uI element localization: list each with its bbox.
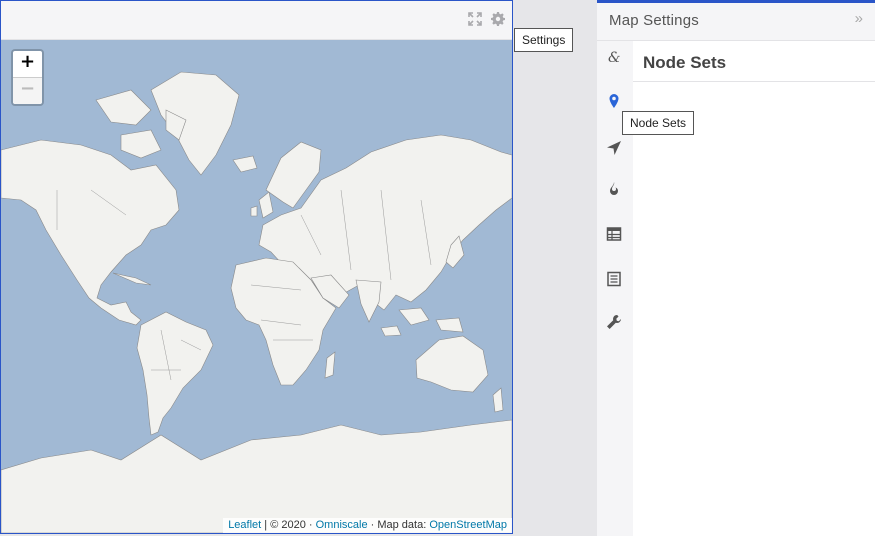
zoom-out-button[interactable]: − [13,78,42,104]
ampersand-icon[interactable]: & [606,49,624,67]
zoom-control: + − [11,49,44,106]
settings-header: Map Settings » [597,3,875,41]
node-sets-tooltip: Node Sets [622,111,695,135]
world-map-tiles [1,71,512,533]
south-america-landmass [136,311,214,436]
table-icon[interactable] [606,226,624,244]
attribution-map-data: · Map data: [367,519,430,531]
svg-text:&: & [608,50,620,65]
expand-icon[interactable] [468,12,484,28]
leaflet-link[interactable]: Leaflet [228,519,261,531]
antarctica-landmass [1,419,512,533]
panel-title: Map Settings [609,12,699,29]
wrench-icon[interactable] [606,314,624,332]
map-toolbar [1,1,512,40]
collapse-panel-icon[interactable]: » [855,10,863,27]
map-panel: + − Leaflet | © 2020 · Omniscale · Map d… [0,0,513,534]
greenland-landmass [150,71,240,176]
location-arrow-icon[interactable] [606,140,624,158]
map-settings-panel: Map Settings » & Node Sets [597,0,875,536]
openstreetmap-link[interactable]: OpenStreetMap [429,519,507,531]
zoom-in-button[interactable]: + [13,51,42,78]
section-divider [633,81,875,82]
australia-landmass [415,335,489,393]
attribution-copyright: | © 2020 · [261,519,316,531]
north-america-landmass [1,139,180,326]
settings-tooltip: Settings [514,28,574,52]
map-attribution: Leaflet | © 2020 · Omniscale · Map data:… [223,518,512,533]
section-title: Node Sets [643,53,727,72]
gear-icon[interactable] [491,12,507,28]
world-map[interactable]: + − Leaflet | © 2020 · Omniscale · Map d… [1,40,512,533]
list-icon[interactable] [606,271,624,289]
omniscale-link[interactable]: Omniscale [316,519,368,531]
map-pin-icon[interactable] [606,93,624,111]
fire-icon[interactable] [606,181,624,199]
